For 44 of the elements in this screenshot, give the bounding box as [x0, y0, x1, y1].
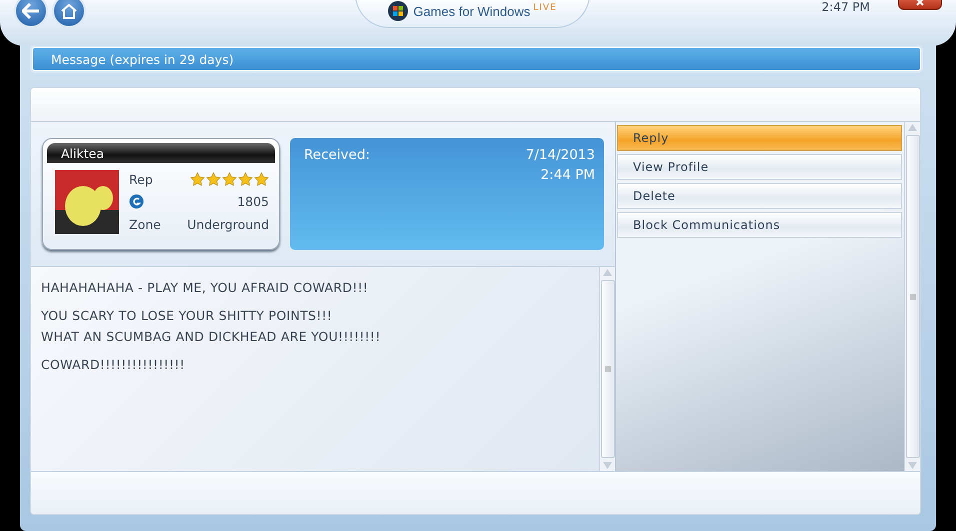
house-icon	[61, 4, 77, 18]
logo-text: Games for Windows	[413, 4, 530, 18]
clock: 2:47 PM	[822, 0, 870, 14]
gamerscore: 1805	[237, 194, 269, 210]
scrollbar[interactable]	[599, 267, 615, 471]
grip-icon	[910, 294, 916, 300]
message-line: YOU SCARY TO LOSE YOUR SHITTY POINTS!!!	[41, 308, 334, 323]
zone-label: Zone	[129, 217, 161, 232]
scrollbar-thumb[interactable]	[906, 135, 920, 458]
scroll-down-icon[interactable]	[908, 462, 917, 469]
back-button[interactable]	[14, 0, 48, 28]
message-line: HAHAHAHAHA - PLAY ME, YOU AFRAID COWARD!!!	[41, 280, 370, 295]
star-icon	[238, 172, 253, 187]
windows-logo-icon	[388, 1, 408, 21]
window-title: Message (expires in 29 days)	[51, 52, 234, 66]
received-time: 2:44 PM	[540, 167, 595, 183]
received-date: 7/14/2013	[526, 147, 595, 163]
zone-value: Underground	[187, 217, 269, 232]
gamertag: Aliktea	[61, 146, 104, 160]
back-arrow-icon	[22, 3, 40, 19]
gamer-card[interactable]: Aliktea Rep 1805 Zone Underground	[42, 138, 280, 250]
close-icon	[916, 0, 924, 6]
action-menu-item[interactable]: Delete	[617, 183, 902, 209]
message-line: COWARD!!!!!!!!!!!!!!!!	[41, 357, 186, 372]
scroll-down-icon[interactable]	[603, 462, 612, 469]
star-icon	[206, 172, 221, 187]
grip-icon	[604, 366, 610, 372]
star-icon	[254, 172, 269, 187]
scrollbar[interactable]	[904, 122, 920, 471]
scroll-up-icon[interactable]	[908, 124, 917, 131]
message-line: WHAT AN SCUMBAG AND DICKHEAD ARE YOU!!!!!!!!	[41, 329, 382, 344]
star-icon	[190, 172, 205, 187]
action-menu-item[interactable]: View Profile	[617, 154, 902, 180]
received-label: Received:	[304, 147, 371, 163]
action-menu-item[interactable]: Reply	[617, 125, 902, 151]
logo-live-label: LIVE	[533, 3, 557, 13]
home-button[interactable]	[52, 0, 86, 28]
scroll-up-icon[interactable]	[603, 269, 612, 276]
action-menu-item[interactable]: Block Communications	[617, 212, 902, 238]
gamerscore-icon	[129, 194, 144, 210]
star-icon	[222, 172, 237, 187]
scrollbar-thumb[interactable]	[600, 280, 614, 458]
avatar-picture	[55, 170, 119, 234]
rep-label: Rep	[129, 172, 154, 187]
